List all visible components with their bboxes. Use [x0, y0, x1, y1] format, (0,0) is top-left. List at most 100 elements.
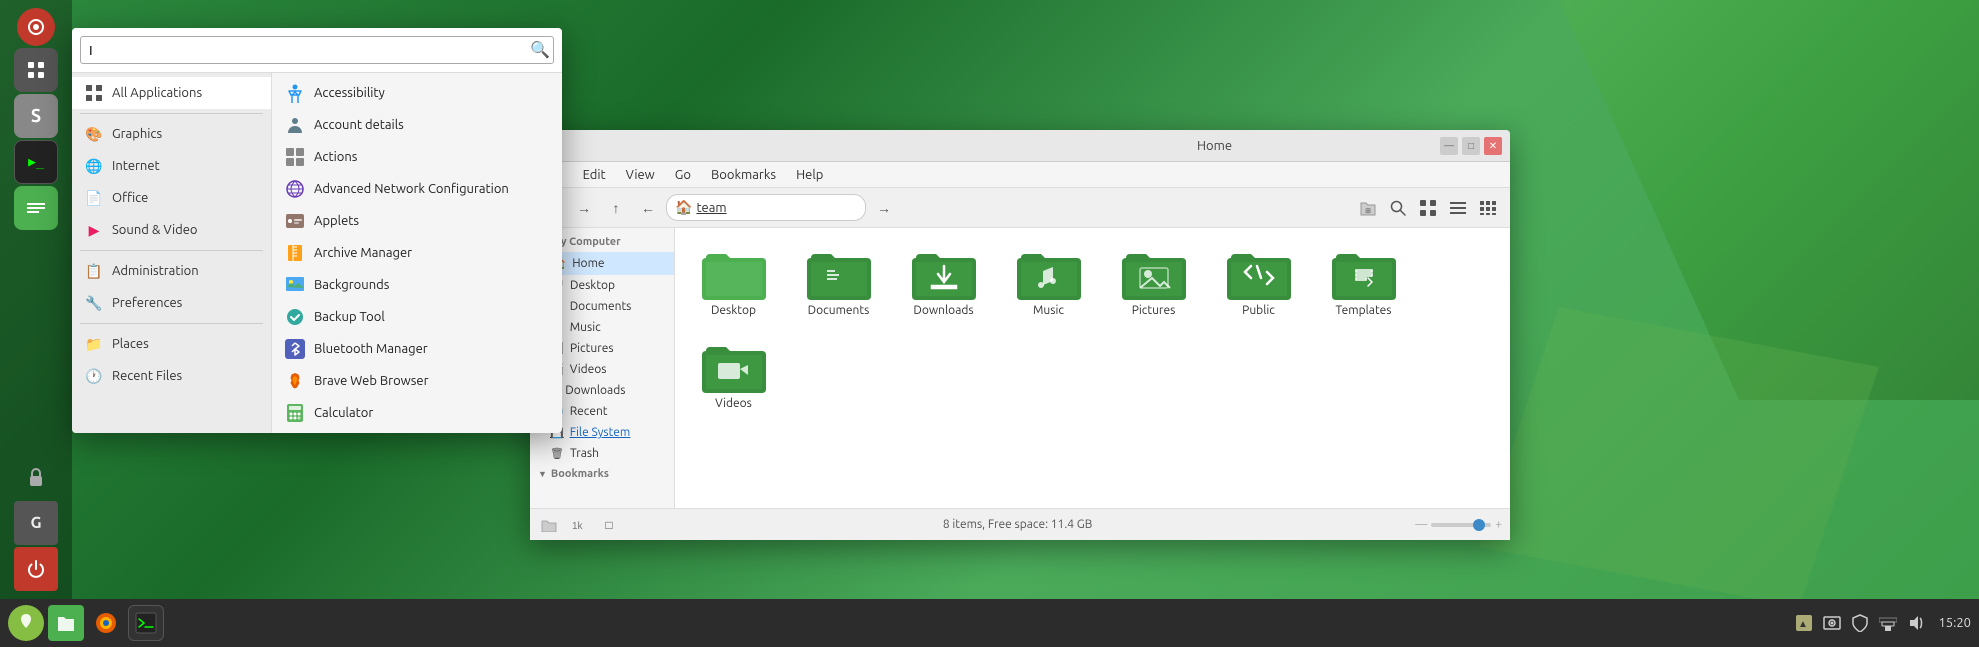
zoom-minus[interactable]: —: [1415, 518, 1427, 531]
cat-places-label: Places: [112, 337, 149, 351]
compact-view-button[interactable]: [1474, 194, 1502, 222]
bookmarks-header[interactable]: ▼ Bookmarks: [530, 464, 674, 484]
bluetooth-icon: [284, 338, 306, 360]
app-brave[interactable]: Brave Web Browser: [272, 365, 562, 397]
app-applets[interactable]: Applets: [272, 205, 562, 237]
svg-text:⊞: ⊞: [1365, 208, 1371, 215]
folder-pictures[interactable]: Pictures: [1111, 244, 1196, 317]
cat-administration[interactable]: 📋 Administration: [72, 255, 271, 287]
app-backgrounds[interactable]: Backgrounds: [272, 269, 562, 301]
app-actions-label: Actions: [314, 150, 357, 164]
zoom-plus[interactable]: +: [1495, 518, 1502, 531]
sidebar-icon-power[interactable]: [14, 547, 58, 591]
folder-documents[interactable]: Documents: [796, 244, 881, 317]
taskbar-mint-menu[interactable]: [8, 605, 44, 641]
menu-help[interactable]: Help: [792, 166, 827, 184]
folder-downloads[interactable]: Downloads: [901, 244, 986, 317]
templates-folder-icon: [1332, 244, 1396, 300]
statusbar-size-btn[interactable]: 1k: [568, 514, 590, 536]
folder-templates[interactable]: Templates: [1321, 244, 1406, 317]
sidebar-trash[interactable]: 🗑 Trash: [530, 443, 674, 464]
sidebar-icon-1[interactable]: [14, 48, 58, 92]
app-calculator[interactable]: Calculator: [272, 397, 562, 429]
taskbar-volume-icon[interactable]: [1906, 613, 1926, 633]
sidebar-icon-grub[interactable]: G: [14, 501, 58, 545]
app-archive-manager[interactable]: Archive Manager: [272, 237, 562, 269]
menu-view[interactable]: View: [622, 166, 659, 184]
new-folder-button[interactable]: ⊞: [1354, 194, 1382, 222]
cat-sound-video[interactable]: ▶ Sound & Video: [72, 214, 271, 246]
prev-location-button[interactable]: ←: [634, 194, 662, 222]
cat-preferences[interactable]: 🔧 Preferences: [72, 287, 271, 319]
location-text: team: [696, 201, 726, 215]
cat-divider-3: [80, 323, 263, 324]
app-actions[interactable]: Actions: [272, 141, 562, 173]
taskbar-shield-icon[interactable]: [1850, 613, 1870, 633]
taskbar-notification-icon[interactable]: ▲: [1794, 613, 1814, 633]
up-button[interactable]: ↑: [602, 194, 630, 222]
search-input[interactable]: [80, 36, 554, 64]
next-location-button[interactable]: →: [870, 194, 898, 222]
taskbar-screenshot-icon[interactable]: [1822, 613, 1842, 633]
search-button[interactable]: [1384, 194, 1412, 222]
app-calendar[interactable]: Calendar: [272, 429, 562, 433]
app-archive-manager-label: Archive Manager: [314, 246, 412, 260]
all-apps-icon: [84, 83, 104, 103]
cat-recent-files[interactable]: 🕐 Recent Files: [72, 360, 271, 392]
backup-tool-icon: [284, 306, 306, 328]
cat-office[interactable]: 📄 Office: [72, 182, 271, 214]
search-button[interactable]: 🔍: [526, 36, 554, 64]
minimize-button[interactable]: —: [1440, 137, 1458, 155]
menu-go[interactable]: Go: [671, 166, 695, 184]
app-advanced-network[interactable]: Advanced Network Configuration: [272, 173, 562, 205]
taskbar-left: [8, 605, 164, 641]
statusbar-expand-btn[interactable]: □: [598, 514, 620, 536]
list-view-button[interactable]: [1444, 194, 1472, 222]
account-details-icon: [284, 114, 306, 136]
music-folder-icon: [1017, 244, 1081, 300]
app-backup-tool[interactable]: Backup Tool: [272, 301, 562, 333]
folder-public[interactable]: Public: [1216, 244, 1301, 317]
folder-videos[interactable]: Videos: [691, 337, 776, 410]
trash-label: Trash: [570, 447, 599, 460]
taskbar-files[interactable]: [48, 605, 84, 641]
sidebar-icon-3[interactable]: ▶_: [14, 140, 58, 184]
location-bar[interactable]: 🏠 team: [666, 194, 866, 221]
close-button[interactable]: ✕: [1484, 137, 1502, 155]
maximize-button[interactable]: □: [1462, 137, 1480, 155]
sidebar-icon-0[interactable]: [17, 8, 55, 46]
app-accessibility[interactable]: Accessibility: [272, 77, 562, 109]
music-folder-label: Music: [1033, 304, 1064, 317]
documents-folder-icon: [807, 244, 871, 300]
desktop-label: Desktop: [570, 279, 615, 292]
cat-office-label: Office: [112, 191, 148, 205]
sidebar-icon-4[interactable]: [14, 186, 58, 230]
menu-bookmarks[interactable]: Bookmarks: [707, 166, 780, 184]
file-manager-statusbar: 1k □ 8 items, Free space: 11.4 GB — +: [530, 508, 1510, 540]
zoom-track[interactable]: [1431, 523, 1491, 527]
taskbar-network-icon[interactable]: [1878, 613, 1898, 633]
folder-music[interactable]: Music: [1006, 244, 1091, 317]
cat-all-applications[interactable]: All Applications: [72, 77, 271, 109]
app-account-details[interactable]: Account details: [272, 109, 562, 141]
menu-edit[interactable]: Edit: [579, 166, 610, 184]
cat-recent-label: Recent Files: [112, 369, 182, 383]
statusbar-folder-btn[interactable]: [538, 514, 560, 536]
folder-desktop[interactable]: Desktop: [691, 244, 776, 317]
taskbar-terminal[interactable]: [128, 605, 164, 641]
app-bluetooth[interactable]: Bluetooth Manager: [272, 333, 562, 365]
cat-graphics[interactable]: 🎨 Graphics: [72, 118, 271, 150]
icon-view-button[interactable]: [1414, 194, 1442, 222]
forward-button[interactable]: →: [570, 194, 598, 222]
actions-icon: [284, 146, 306, 168]
cat-preferences-label: Preferences: [112, 296, 182, 310]
cat-places[interactable]: 📁 Places: [72, 328, 271, 360]
sidebar-icon-2[interactable]: S: [14, 94, 58, 138]
file-manager-title: Home: [989, 139, 1440, 153]
videos-folder-icon: [702, 337, 766, 393]
status-text: 8 items, Free space: 11.4 GB: [628, 518, 1407, 531]
file-manager-menubar: File Edit View Go Bookmarks Help: [530, 162, 1510, 188]
sidebar-icon-lock[interactable]: [14, 455, 58, 499]
taskbar-firefox[interactable]: [88, 605, 124, 641]
cat-internet[interactable]: 🌐 Internet: [72, 150, 271, 182]
